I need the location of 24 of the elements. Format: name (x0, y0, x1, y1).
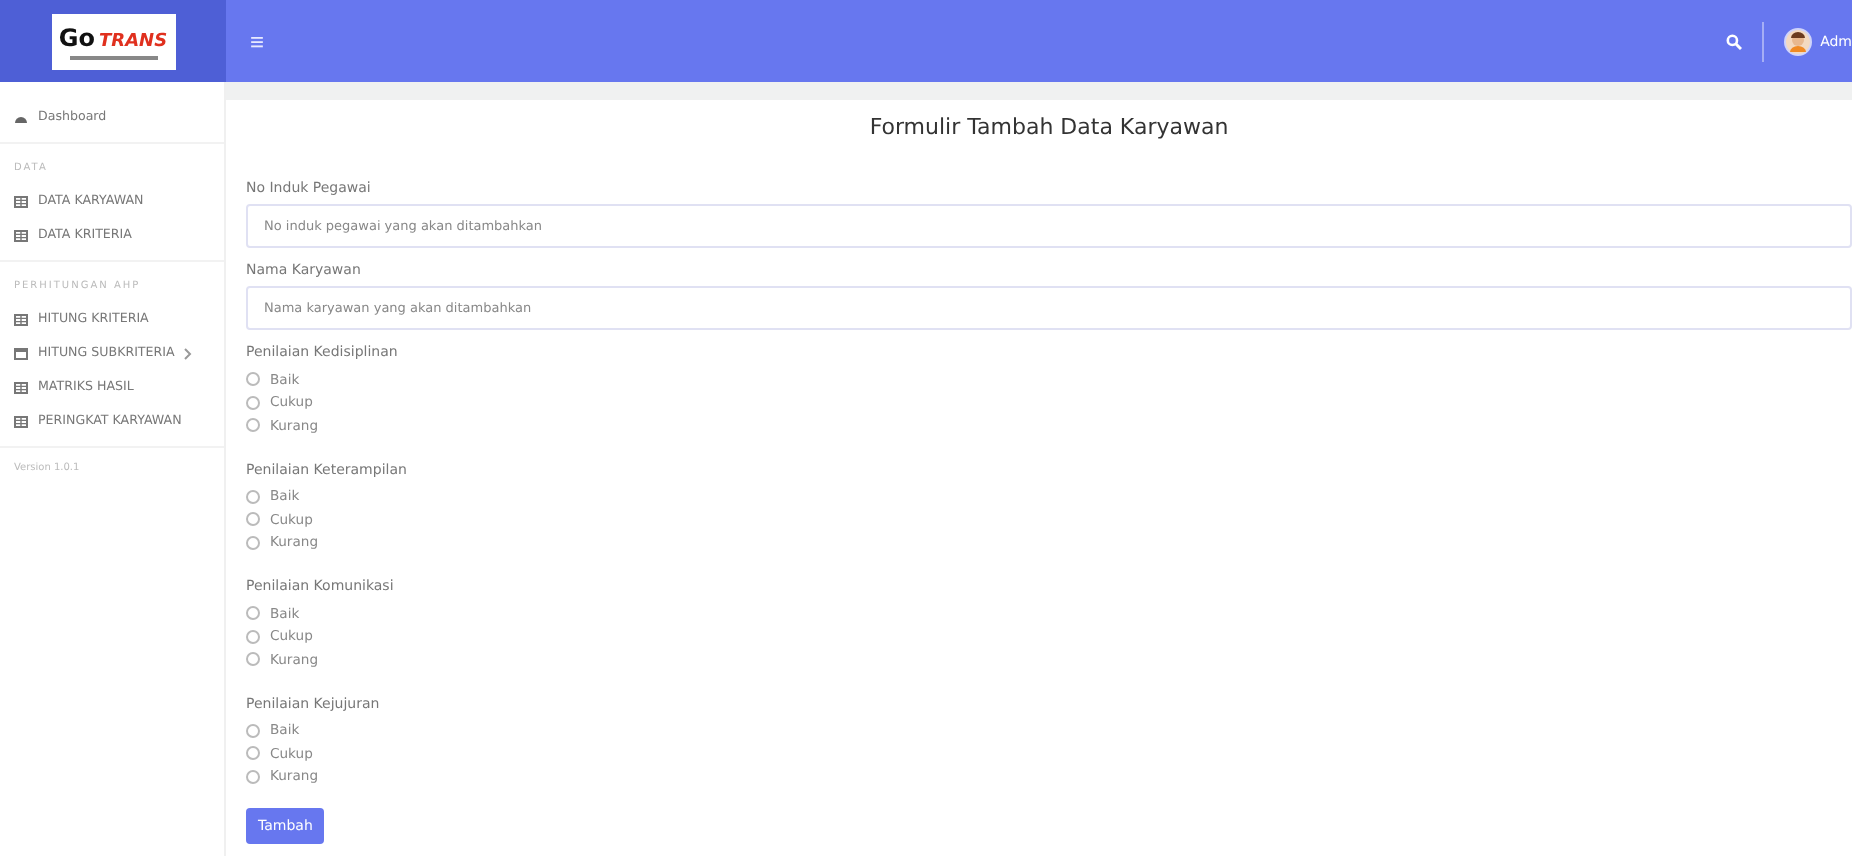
avatar-icon (1784, 27, 1813, 55)
table-icon (14, 195, 28, 207)
radio-button[interactable] (246, 372, 260, 387)
radio-button[interactable] (246, 629, 260, 644)
table-icon (14, 415, 28, 427)
radio-button[interactable] (246, 489, 260, 504)
radio-button[interactable] (246, 512, 260, 527)
radio-button[interactable] (246, 723, 260, 738)
search-icon[interactable] (1726, 33, 1743, 49)
radio-button[interactable] (246, 606, 260, 621)
radio-button[interactable] (246, 652, 260, 667)
radio-button[interactable] (246, 395, 260, 410)
table-icon (14, 229, 28, 241)
menu-button[interactable]: ≡ (250, 27, 265, 55)
window-icon (14, 347, 28, 359)
form-title: Formulir Tambah Data Karyawan (867, 114, 1231, 140)
table-icon (14, 313, 28, 325)
logo: Go TRANS (51, 13, 175, 69)
radio-button[interactable] (246, 769, 260, 784)
table-icon (14, 381, 28, 393)
radio-button[interactable] (246, 418, 260, 433)
dashboard-icon (14, 111, 28, 123)
radio-button[interactable] (246, 535, 260, 550)
radio-button[interactable] (246, 746, 260, 761)
